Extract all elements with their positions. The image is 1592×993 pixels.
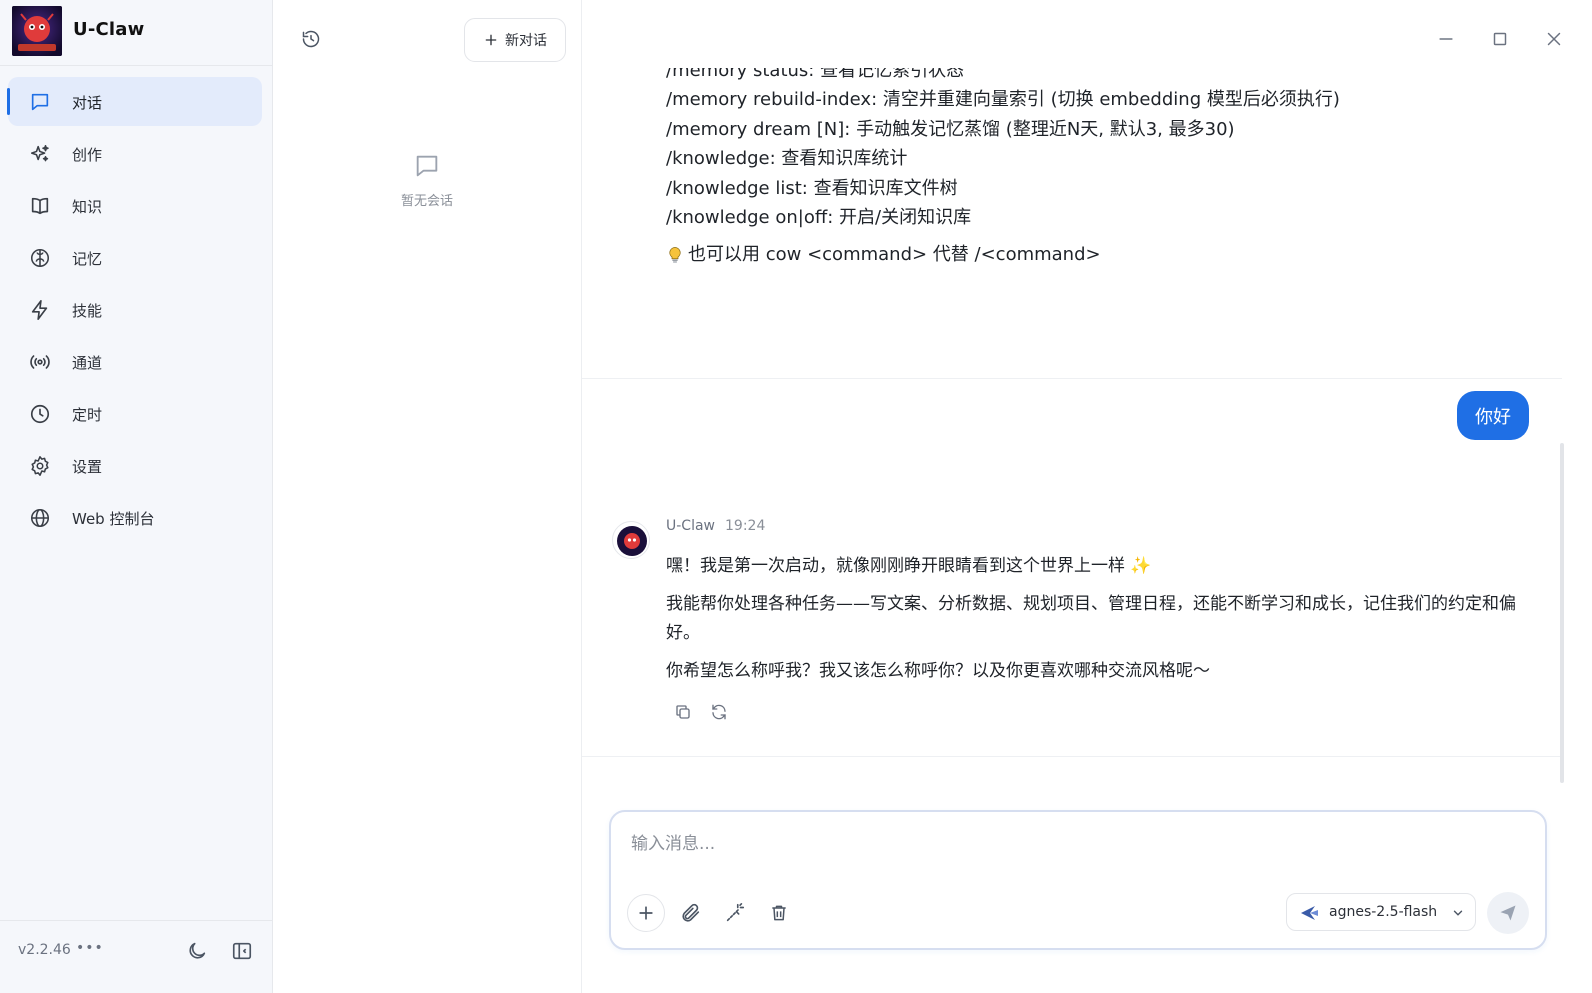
bolt-icon <box>27 297 52 322</box>
scrollbar[interactable] <box>1560 443 1564 783</box>
help-line: /knowledge list: 查看知识库文件树 <box>666 177 958 199</box>
globe-icon <box>27 505 52 530</box>
history-icon[interactable] <box>301 29 321 49</box>
sidebar: U-Claw 对话 创作 知识 记忆 技能 通道 定时 设置 Web 控制台 v… <box>0 0 273 993</box>
help-line: /knowledge on|off: 开启/关闭知识库 <box>666 206 972 228</box>
help-line: /memory status: 查看记忆索引状态 <box>666 68 965 81</box>
sidebar-item-label: 通道 <box>72 354 103 372</box>
trash-icon[interactable] <box>760 894 798 932</box>
bot-message-body: 嘿！我是第一次启动，就像刚刚睁开眼睛看到这个世界上一样 ✨ 我能帮你处理各种任务… <box>666 552 1536 695</box>
sidebar-item-chat[interactable]: 对话 <box>7 77 262 126</box>
close-icon[interactable] <box>1543 28 1565 50</box>
sidebar-item-skills[interactable]: 技能 <box>8 285 262 334</box>
clock-icon <box>27 401 52 426</box>
paperclip-icon[interactable] <box>672 894 710 932</box>
command-help: /memory status: 查看记忆索引状态 /memory rebuild… <box>666 68 1526 270</box>
sidebar-item-channels[interactable]: 通道 <box>8 337 262 386</box>
gear-icon <box>27 453 52 478</box>
sidebar-item-memory[interactable]: 记忆 <box>8 233 262 282</box>
brand: U-Claw <box>0 0 272 66</box>
bot-paragraph: 我能帮你处理各种任务——写文案、分析数据、规划项目、管理日程，还能不断学习和成长… <box>666 594 1516 643</box>
bot-name: U-Claw <box>666 518 715 534</box>
message-divider <box>582 756 1562 757</box>
bot-paragraph: 你希望怎么称呼我？我又该怎么称呼你？以及你更喜欢哪种交流风格呢～ <box>666 661 1210 681</box>
lightbulb-icon <box>666 245 684 265</box>
empty-sessions: 暂无会话 <box>273 152 581 209</box>
sidebar-item-label: 技能 <box>72 302 103 320</box>
chat-empty-icon <box>413 152 441 180</box>
version-label: v2.2.46 <box>18 942 71 958</box>
copy-icon[interactable] <box>674 703 692 721</box>
collapse-sidebar-icon[interactable] <box>231 940 253 962</box>
sidebar-item-web-console[interactable]: Web 控制台 <box>8 493 262 542</box>
message-time: 19:24 <box>725 518 766 534</box>
sidebar-item-label: 对话 <box>72 94 103 112</box>
regenerate-icon[interactable] <box>710 703 728 721</box>
sidebar-item-settings[interactable]: 设置 <box>8 441 262 490</box>
sidebar-item-label: 设置 <box>72 458 103 476</box>
message-list[interactable]: /memory status: 查看记忆索引状态 /memory rebuild… <box>582 68 1562 788</box>
user-message: 你好 <box>1457 391 1529 440</box>
broadcast-icon <box>27 349 52 374</box>
chat-icon <box>27 89 52 114</box>
send-button[interactable] <box>1487 892 1529 934</box>
sidebar-item-create[interactable]: 创作 <box>8 129 262 178</box>
app-logo <box>12 6 62 56</box>
help-line: /memory dream [N]: 手动触发记忆蒸馏 (整理近N天, 默认3,… <box>666 118 1235 140</box>
session-panel: 新对话 暂无会话 <box>273 0 582 993</box>
sidebar-item-knowledge[interactable]: 知识 <box>8 181 262 230</box>
app-name: U-Claw <box>73 19 145 40</box>
more-button[interactable]: ••• <box>76 940 104 956</box>
chat-area: /memory status: 查看记忆索引状态 /memory rebuild… <box>582 0 1592 993</box>
sidebar-item-label: 知识 <box>72 198 103 216</box>
message-divider <box>582 378 1562 379</box>
help-tip-text: 也可以用 cow <command> 代替 /<command> <box>688 244 1101 266</box>
sparkles-icon <box>27 141 52 166</box>
chevron-down-icon <box>1451 906 1465 920</box>
sidebar-item-label: 记忆 <box>72 250 103 268</box>
help-line: /knowledge: 查看知识库统计 <box>666 148 908 170</box>
bot-meta: U-Claw 19:24 <box>666 518 765 534</box>
message-composer: agnes-2.5-flash <box>609 810 1547 950</box>
sidebar-item-label: 创作 <box>72 146 103 164</box>
book-icon <box>27 193 52 218</box>
message-actions <box>674 703 728 721</box>
bot-paragraph: 嘿！我是第一次启动，就像刚刚睁开眼睛看到这个世界上一样 ✨ <box>666 556 1152 576</box>
new-chat-button[interactable]: 新对话 <box>464 18 566 62</box>
message-input[interactable] <box>631 834 1511 854</box>
sidebar-item-schedule[interactable]: 定时 <box>8 389 262 438</box>
moon-icon[interactable] <box>186 940 208 962</box>
model-logo-icon <box>1299 904 1319 922</box>
main-nav: 对话 创作 知识 记忆 技能 通道 定时 设置 Web 控制台 <box>7 77 262 545</box>
bot-avatar <box>612 521 650 559</box>
sidebar-item-label: Web 控制台 <box>72 510 155 528</box>
plus-icon[interactable] <box>627 894 665 932</box>
maximize-icon[interactable] <box>1489 28 1511 50</box>
plus-icon <box>483 32 499 48</box>
magic-wand-icon[interactable] <box>716 894 754 932</box>
model-name: agnes-2.5-flash <box>1329 904 1438 920</box>
brain-icon <box>27 245 52 270</box>
help-line: /memory rebuild-index: 清空并重建向量索引 (切换 emb… <box>666 89 1340 111</box>
sidebar-footer: v2.2.46 ••• <box>0 920 272 993</box>
new-chat-label: 新对话 <box>505 33 547 49</box>
empty-sessions-text: 暂无会话 <box>400 194 453 209</box>
sidebar-item-label: 定时 <box>72 406 103 424</box>
minimize-icon[interactable] <box>1435 28 1457 50</box>
model-selector[interactable]: agnes-2.5-flash <box>1286 893 1476 931</box>
help-tip: 也可以用 cow <command> 代替 /<command> <box>666 240 1526 270</box>
